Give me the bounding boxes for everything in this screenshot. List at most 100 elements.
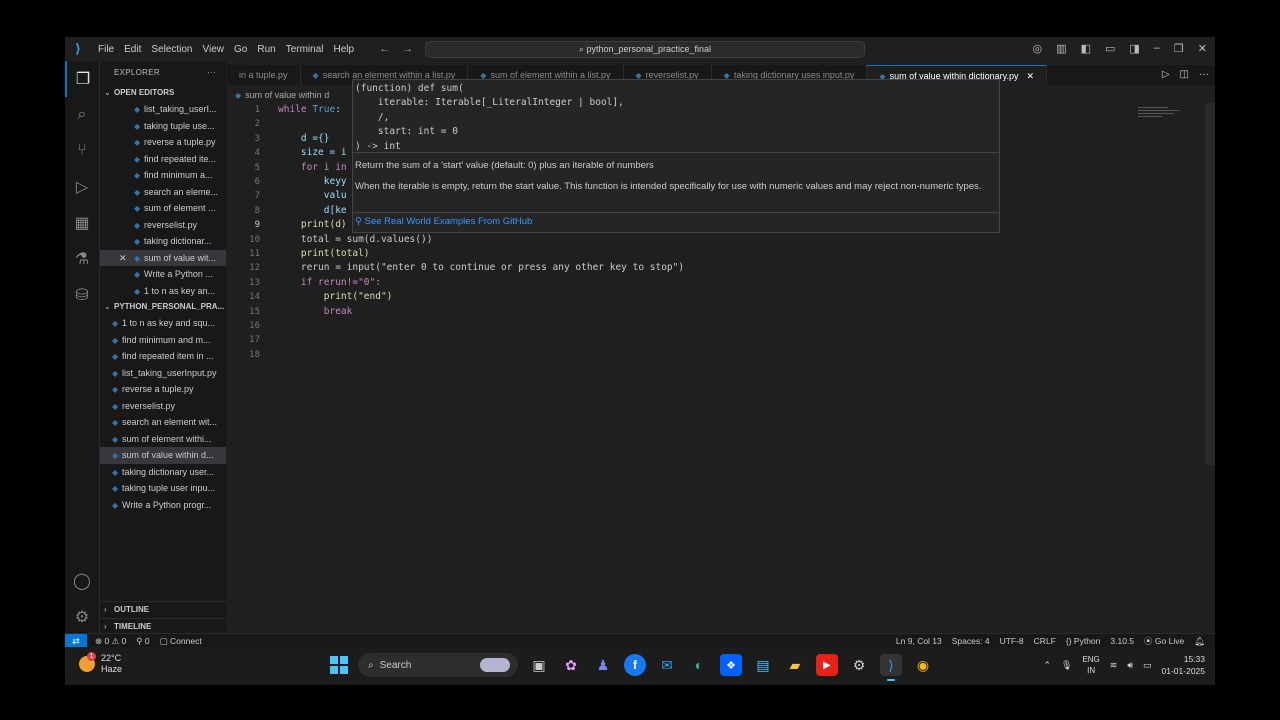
toggle-panel-icon[interactable]: ▭ <box>1105 42 1115 55</box>
settings-gear-icon[interactable]: ⚙ <box>848 654 870 676</box>
microphone-icon[interactable]: 🎙︎ <box>1061 660 1072 671</box>
minimize-icon[interactable]: – <box>1154 42 1160 55</box>
menu-run[interactable]: Run <box>257 44 275 55</box>
copilot-icon[interactable]: ✿ <box>560 654 582 676</box>
close-tab-icon[interactable]: ✕ <box>1026 71 1034 81</box>
split-editor-icon[interactable]: ◫ <box>1180 65 1189 85</box>
copilot-icon[interactable]: ◎ <box>1033 42 1043 55</box>
run-debug-icon[interactable]: ▷ <box>65 169 99 205</box>
go-live-button[interactable]: ⦿ Go Live <box>1144 634 1184 648</box>
taskbar-search[interactable]: ⌕ Search <box>358 653 518 677</box>
encoding[interactable]: UTF-8 <box>1000 634 1024 648</box>
menu-selection[interactable]: Selection <box>151 44 192 55</box>
settings-gear-icon[interactable]: ⚙ <box>65 599 99 635</box>
notifications-bell-icon[interactable]: 🔔︎ <box>1194 634 1205 648</box>
weather-widget[interactable]: 1 22°C Haze <box>79 652 122 675</box>
python-version[interactable]: 3.10.5 <box>1110 634 1134 648</box>
file-explorer-icon[interactable]: ▰ <box>784 654 806 676</box>
testing-icon[interactable]: ⚗ <box>65 241 99 277</box>
breadcrumb[interactable]: ◆ sum of value within d <box>235 90 329 100</box>
project-file[interactable]: ◆ 1 to n as key and squ... <box>100 315 226 332</box>
chrome-icon[interactable]: ◉ <box>912 654 934 676</box>
minimap[interactable] <box>1138 107 1188 127</box>
menu-go[interactable]: Go <box>234 44 247 55</box>
chevron-up-icon[interactable]: ⌃ <box>1043 660 1051 671</box>
windows-start-icon[interactable] <box>330 656 348 674</box>
command-center[interactable]: ⌕ python_personal_practice_final <box>425 41 865 58</box>
open-editor-item[interactable]: ◆ Write a Python ... <box>100 266 226 283</box>
project-file[interactable]: ◆ taking dictionary user... <box>100 464 226 481</box>
open-editor-item[interactable]: ◆ find minimum a... <box>100 167 226 184</box>
ports-indicator[interactable]: ⚲ 0 <box>136 634 149 648</box>
task-view-icon[interactable]: ▣ <box>528 654 550 676</box>
back-arrow-icon[interactable]: ← <box>379 43 390 55</box>
search-view-icon[interactable]: ⌕ <box>65 97 99 133</box>
clock[interactable]: 15:33 01-01-2025 <box>1162 653 1205 677</box>
wifi-icon[interactable]: ≋ <box>1110 660 1118 671</box>
restore-icon[interactable]: ❐ <box>1174 42 1184 55</box>
toggle-sidebar-icon[interactable]: ◧ <box>1081 42 1091 55</box>
connect-button[interactable]: ▢ Connect <box>160 634 202 648</box>
open-editor-item[interactable]: ◆ search an eleme... <box>100 184 226 201</box>
menu-view[interactable]: View <box>203 44 225 55</box>
project-file[interactable]: ◆ taking tuple user inpu... <box>100 480 226 497</box>
language-mode[interactable]: {} Python <box>1066 634 1101 648</box>
close-icon[interactable]: ✕ <box>1198 42 1207 55</box>
layout-icon[interactable]: ▥ <box>1056 42 1066 55</box>
run-file-icon[interactable]: ▷ <box>1162 65 1170 85</box>
menu-edit[interactable]: Edit <box>124 44 141 55</box>
project-folder-section[interactable]: ⌄ PYTHON_PERSONAL_PRA... <box>100 299 226 315</box>
store-icon[interactable]: ▤ <box>752 654 774 676</box>
more-actions-icon[interactable]: ··· <box>1199 65 1209 85</box>
open-editor-item[interactable]: ◆ taking dictionar... <box>100 233 226 250</box>
open-editor-item[interactable]: ◆ sum of element ... <box>100 200 226 217</box>
project-file[interactable]: ◆ reverselist.py <box>100 398 226 415</box>
language-indicator[interactable]: ENG IN <box>1082 654 1099 676</box>
account-icon[interactable]: ◯ <box>65 563 99 599</box>
close-editor-icon[interactable]: ✕ <box>119 250 127 267</box>
database-icon[interactable]: ⛁ <box>65 277 99 313</box>
youtube-icon[interactable]: ▶ <box>816 654 838 676</box>
project-file[interactable]: ◆ find minimum and m... <box>100 332 226 349</box>
menu-help[interactable]: Help <box>334 44 355 55</box>
facebook-icon[interactable]: f <box>624 654 646 676</box>
open-editor-item[interactable]: ◆ reverse a tuple.py <box>100 134 226 151</box>
open-editor-item[interactable]: ◆ taking tuple use... <box>100 118 226 135</box>
project-file[interactable]: ◆ find repeated item in ... <box>100 348 226 365</box>
indentation[interactable]: Spaces: 4 <box>952 634 990 648</box>
source-control-icon[interactable]: ⑂ <box>65 133 99 169</box>
open-editor-item-active[interactable]: ✕ ◆ sum of value wit... <box>100 249 226 267</box>
project-file[interactable]: ◆ list_taking_userInput.py <box>100 365 226 382</box>
tab[interactable]: in a tuple.py <box>227 65 301 85</box>
project-file-active[interactable]: ◆ sum of value within d... <box>100 447 226 464</box>
project-file[interactable]: ◆ search an element wit... <box>100 414 226 431</box>
github-examples-link[interactable]: ⚲ See Real World Examples From GitHub <box>355 216 532 227</box>
more-actions-icon[interactable]: ··· <box>207 61 216 85</box>
open-editor-item[interactable]: ◆ reverselist.py <box>100 217 226 234</box>
extensions-icon[interactable]: ▦ <box>65 205 99 241</box>
project-file[interactable]: ◆ sum of element withi... <box>100 431 226 448</box>
project-file[interactable]: ◆ reverse a tuple.py <box>100 381 226 398</box>
menu-terminal[interactable]: Terminal <box>286 44 324 55</box>
remote-indicator-icon[interactable]: ⇄ <box>65 634 87 648</box>
cursor-position[interactable]: Ln 9, Col 13 <box>896 634 942 648</box>
line-endings[interactable]: CRLF <box>1034 634 1056 648</box>
dropbox-icon[interactable]: ❖ <box>720 654 742 676</box>
teams-icon[interactable]: ♟ <box>592 654 614 676</box>
vertical-scrollbar[interactable] <box>1205 103 1215 465</box>
open-editor-item[interactable]: ◆ find repeated ite... <box>100 151 226 168</box>
project-file[interactable]: ◆ Write a Python progr... <box>100 497 226 514</box>
explorer-icon[interactable]: ❐ <box>65 61 99 97</box>
edge-icon[interactable]: ◐ <box>688 654 710 676</box>
mail-icon[interactable]: ✉ <box>656 654 678 676</box>
battery-icon[interactable]: ▭ <box>1143 660 1152 671</box>
menu-file[interactable]: File <box>98 44 114 55</box>
problems-indicator[interactable]: ⊗ 0 ⚠ 0 <box>95 634 126 648</box>
outline-section[interactable]: › OUTLINE <box>100 601 226 618</box>
open-editors-section[interactable]: ⌄ OPEN EDITORS <box>100 85 226 101</box>
forward-arrow-icon[interactable]: → <box>402 43 413 55</box>
volume-icon[interactable]: 🔊︎ <box>1127 660 1133 671</box>
toggle-secondary-sidebar-icon[interactable]: ◨ <box>1129 42 1139 55</box>
vscode-taskbar-icon[interactable]: ⟩ <box>880 654 902 681</box>
open-editor-item[interactable]: ◆ list_taking_userI... <box>100 101 226 118</box>
